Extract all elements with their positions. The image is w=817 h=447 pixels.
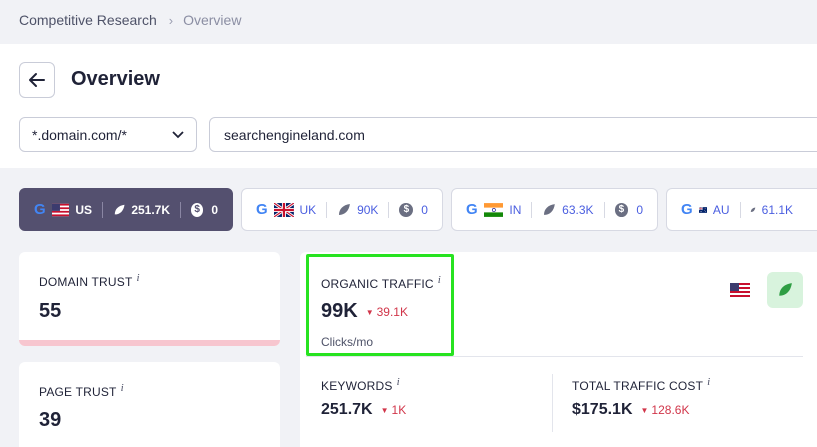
trust-progress-bar bbox=[19, 340, 280, 346]
dollar-icon: $ bbox=[399, 202, 414, 217]
cost-value: 0 bbox=[211, 202, 218, 217]
leaf-icon bbox=[779, 283, 792, 296]
country-code: UK bbox=[299, 202, 317, 217]
triangle-down-icon: ▼ bbox=[640, 406, 649, 415]
traffic-cost-value-row: $175.1K ▼ 128.6K bbox=[572, 401, 689, 419]
domain-trust-label: DOMAIN TRUST i bbox=[39, 272, 140, 289]
info-icon[interactable]: i bbox=[707, 376, 710, 388]
google-icon: G bbox=[466, 201, 478, 218]
country-tab-uk[interactable]: G UK 90K $ 0 bbox=[241, 188, 443, 231]
arrow-left-icon bbox=[29, 73, 45, 87]
keywords-delta: ▼ 1K bbox=[381, 403, 407, 417]
divider bbox=[552, 374, 553, 432]
dollar-icon: $ bbox=[190, 202, 204, 217]
keywords-value: 251.7K bbox=[321, 401, 373, 418]
divider bbox=[102, 201, 103, 218]
leaf-icon bbox=[750, 207, 756, 212]
info-icon[interactable]: i bbox=[121, 382, 124, 394]
traffic-value: 61.1K bbox=[761, 202, 793, 217]
back-button[interactable] bbox=[19, 62, 55, 98]
keywords-label: KEYWORDS i bbox=[321, 376, 400, 393]
breadcrumb-current: Overview bbox=[183, 12, 242, 28]
domain-trust-card: DOMAIN TRUST i 55 bbox=[19, 252, 280, 346]
triangle-down-icon: ▼ bbox=[380, 406, 389, 415]
traffic-cost-label-text: TOTAL TRAFFIC COST bbox=[572, 379, 704, 393]
divider bbox=[603, 201, 605, 218]
google-icon: G bbox=[256, 201, 268, 218]
info-icon[interactable]: i bbox=[137, 272, 140, 284]
country-code: IN bbox=[509, 202, 522, 217]
scope-select[interactable]: *.domain.com/* bbox=[19, 117, 197, 152]
domain-input[interactable] bbox=[209, 117, 817, 152]
country-code: AU bbox=[712, 202, 730, 217]
keywords-label-text: KEYWORDS bbox=[321, 379, 393, 393]
info-icon[interactable]: i bbox=[397, 376, 400, 388]
india-flag-icon bbox=[483, 202, 504, 217]
chevron-down-icon bbox=[172, 130, 184, 138]
highlight-box bbox=[306, 254, 454, 356]
divider bbox=[180, 201, 181, 218]
page-trust-label: PAGE TRUST i bbox=[39, 382, 124, 399]
traffic-value: 251.7K bbox=[131, 202, 171, 217]
uk-flag-icon bbox=[273, 202, 294, 217]
country-code: US bbox=[75, 202, 93, 217]
traffic-cost-label: TOTAL TRAFFIC COST i bbox=[572, 376, 710, 393]
dollar-icon: $ bbox=[614, 202, 629, 217]
country-tab-us[interactable]: G US 251.7K $ 0 bbox=[19, 188, 233, 231]
cost-value: 0 bbox=[421, 202, 428, 217]
breadcrumb-root-link[interactable]: Competitive Research bbox=[19, 12, 157, 28]
us-flag-icon bbox=[730, 283, 750, 297]
google-icon: G bbox=[681, 201, 693, 218]
divider bbox=[326, 201, 328, 218]
breadcrumb: Competitive Research › Overview bbox=[19, 12, 241, 28]
country-tab-au[interactable]: G AU 61.1K bbox=[666, 188, 817, 231]
keywords-delta-value: 1K bbox=[391, 403, 407, 417]
keywords-value-row: 251.7K ▼ 1K bbox=[321, 401, 406, 419]
page-trust-value: 39 bbox=[39, 409, 62, 431]
traffic-value: 63.3K bbox=[562, 202, 594, 217]
traffic-cost-delta-value: 128.6K bbox=[651, 403, 690, 417]
domain-trust-value: 55 bbox=[39, 300, 62, 322]
scope-select-value: *.domain.com/* bbox=[32, 126, 127, 143]
australia-flag-icon bbox=[698, 206, 707, 213]
leaf-icon bbox=[114, 204, 125, 214]
traffic-cost-delta: ▼ 128.6K bbox=[641, 403, 690, 417]
divider bbox=[306, 356, 803, 357]
divider bbox=[388, 201, 390, 218]
google-icon: G bbox=[34, 201, 46, 218]
us-flag-icon bbox=[51, 203, 70, 216]
leaf-icon bbox=[339, 203, 351, 215]
page-trust-card: PAGE TRUST i 39 bbox=[19, 362, 280, 447]
organic-toggle-button[interactable] bbox=[767, 272, 803, 308]
divider bbox=[531, 201, 533, 218]
domain-trust-label-text: DOMAIN TRUST bbox=[39, 275, 133, 289]
chevron-right-icon: › bbox=[168, 12, 174, 28]
traffic-value: 90K bbox=[357, 202, 379, 217]
leaf-icon bbox=[544, 203, 556, 215]
cost-value: 0 bbox=[636, 202, 643, 217]
page-trust-label-text: PAGE TRUST bbox=[39, 385, 117, 399]
page-title: Overview bbox=[71, 68, 160, 90]
traffic-cost-value: $175.1K bbox=[572, 401, 633, 418]
country-tab-in[interactable]: G IN 63.3K $ 0 bbox=[451, 188, 658, 231]
